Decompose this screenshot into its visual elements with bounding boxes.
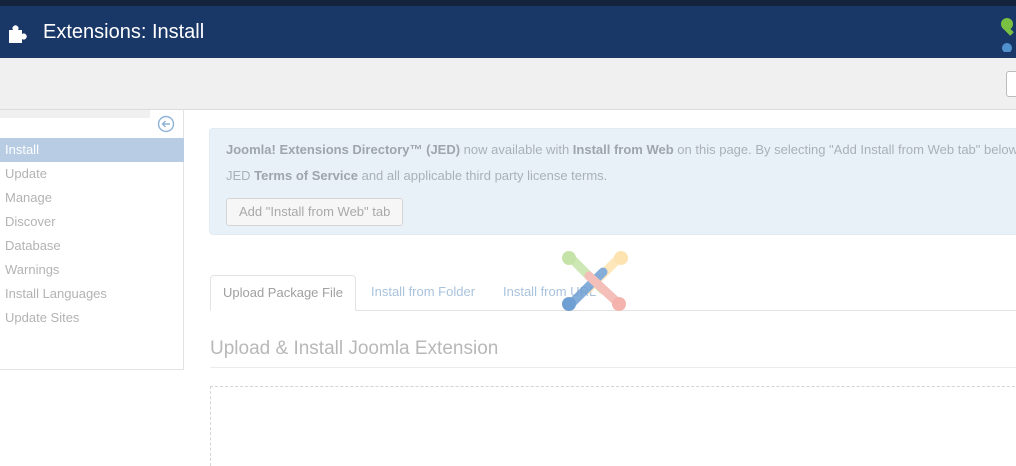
- joomla-logo-icon: [1001, 18, 1014, 52]
- install-from-web-text: Install from Web: [572, 142, 674, 157]
- sidebar-item-manage[interactable]: Manage: [0, 186, 184, 210]
- toolbar: [0, 58, 1016, 110]
- page-title: Extensions: Install: [43, 21, 205, 43]
- jed-notice: Joomla! Extensions Directory™ (JED) now …: [209, 128, 1016, 235]
- sidebar-top-divider: [0, 110, 150, 118]
- sidebar-item-database[interactable]: Database: [0, 234, 184, 258]
- collapse-left-icon[interactable]: [157, 115, 175, 133]
- tab-install-from-folder[interactable]: Install from Folder: [359, 275, 487, 311]
- notice-jed: JED: [226, 168, 255, 183]
- header-bar: Extensions: Install: [0, 6, 1016, 58]
- notice-text-3: and all applicable third party license t…: [357, 168, 608, 183]
- sidebar-menu: Install Update Manage Discover Database …: [0, 138, 184, 330]
- notice-text-1: now available with: [460, 142, 573, 157]
- section-title: Upload & Install Joomla Extension: [210, 338, 499, 359]
- sidebar-item-warnings[interactable]: Warnings: [0, 258, 184, 282]
- tab-upload-package-file[interactable]: Upload Package File: [210, 275, 356, 311]
- notice-line-1: Joomla! Extensions Directory™ (JED) now …: [226, 142, 1016, 157]
- notice-line-2: JED Terms of Service and all applicable …: [226, 168, 607, 183]
- puzzle-icon: [9, 25, 27, 43]
- add-install-from-web-button[interactable]: Add "Install from Web" tab: [226, 198, 404, 226]
- sidebar-item-update-sites[interactable]: Update Sites: [0, 306, 184, 330]
- notice-text-2: on this page. By selecting "Add Install …: [673, 142, 1016, 157]
- sidebar-item-update[interactable]: Update: [0, 162, 184, 186]
- sidebar: Install Update Manage Discover Database …: [0, 110, 184, 370]
- section-divider: [210, 367, 1016, 368]
- sidebar-item-discover[interactable]: Discover: [0, 210, 184, 234]
- sidebar-item-install-languages[interactable]: Install Languages: [0, 282, 184, 306]
- jed-name: Joomla! Extensions Directory™ (JED): [226, 142, 461, 157]
- sidebar-item-install[interactable]: Install: [0, 138, 184, 162]
- upload-drop-zone[interactable]: [210, 386, 1016, 466]
- toolbar-button[interactable]: [1006, 71, 1016, 97]
- terms-of-service-text: Terms of Service: [254, 168, 358, 183]
- joomla-logo-spinner-icon: [562, 251, 628, 311]
